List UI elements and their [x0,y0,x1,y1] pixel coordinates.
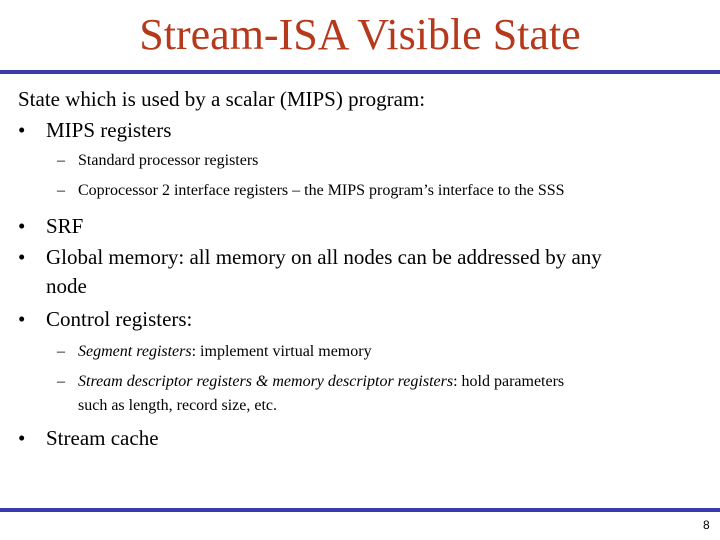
subitem-description: : hold parameters [453,373,565,390]
item-text: node [46,274,87,298]
intro-text: State which is used by a scalar (MIPS) p… [18,87,426,111]
footer-divider [0,508,720,512]
subitem-text: Segment registers: implement virtual mem… [78,342,372,362]
item-text: Global memory: all memory on all nodes c… [46,245,602,269]
item-text: SRF [46,214,84,238]
dash-icon: – [57,373,65,390]
title-divider [0,70,720,74]
subitem-description: : implement virtual memory [191,343,372,360]
bullet-icon: • [18,426,26,450]
page-number: 8 [703,518,710,532]
bullet-icon: • [18,214,26,238]
bullet-icon: • [18,245,26,269]
subitem-text: Standard processor registers [78,152,259,169]
dash-icon: – [57,182,65,199]
item-text: MIPS registers [46,118,172,142]
slide-title: Stream-ISA Visible State [139,10,581,59]
subitem-term: Stream descriptor registers & memory des… [78,373,454,390]
dash-icon: – [57,152,65,169]
item-text: Stream cache [46,426,159,450]
bullet-icon: • [18,118,26,142]
subitem-text: Coprocessor 2 interface registers – the … [78,182,565,199]
dash-icon: – [57,343,65,360]
bullet-icon: • [18,307,26,331]
subitem-text: such as length, record size, etc. [78,397,278,414]
subitem-text: Stream descriptor registers & memory des… [78,372,564,392]
subitem-term: Segment registers [78,343,192,360]
item-text: Control registers: [46,307,193,331]
